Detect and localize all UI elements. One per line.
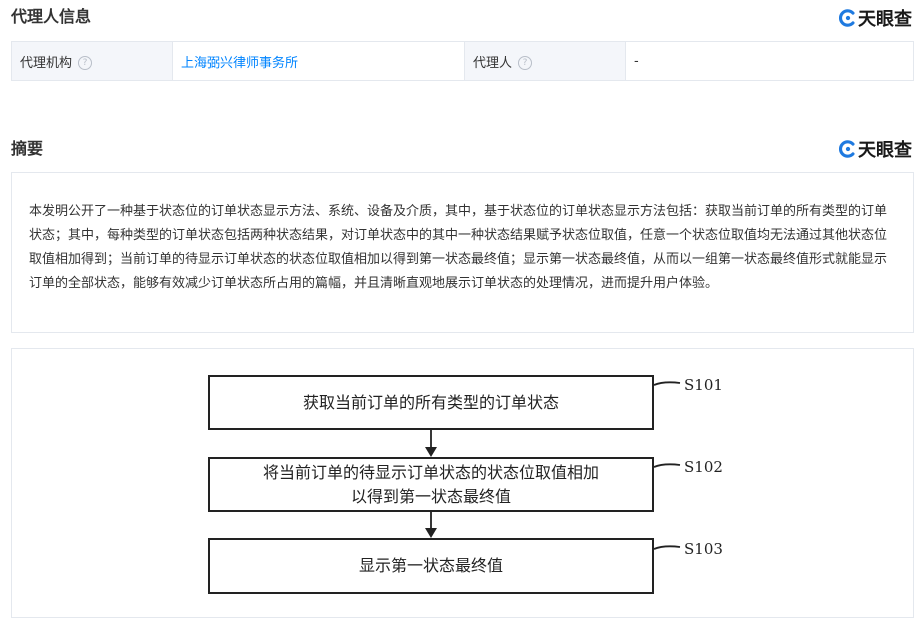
help-icon[interactable]: ?	[518, 56, 533, 70]
agency-label-cell: 代理机构?	[11, 41, 173, 81]
label-leader-s101	[653, 381, 681, 386]
abstract-box: 本发明公开了一种基于状态位的订单状态显示方法、系统、设备及介质，其中，基于状态位…	[11, 172, 914, 333]
tianyancha-logo-icon	[839, 9, 855, 27]
label-leader-s102	[653, 463, 681, 468]
flow-connectors	[425, 381, 681, 550]
help-icon[interactable]: ?	[78, 56, 93, 70]
agency-value-cell: 上海弼兴律师事务所	[172, 41, 465, 81]
agent-section-title: 代理人信息	[11, 7, 92, 26]
abstract-text: 本发明公开了一种基于状态位的订单状态显示方法、系统、设备及介质，其中，基于状态位…	[29, 204, 888, 291]
arrow-head-1	[425, 447, 437, 457]
label-leader-s103	[653, 545, 681, 550]
step-label-s102: S102	[684, 458, 723, 476]
agency-label: 代理机构	[20, 55, 73, 71]
tianyancha-logo-icon	[839, 140, 855, 158]
brand-logo-abstract[interactable]: 天眼查	[839, 139, 912, 161]
agent-label: 代理人	[473, 55, 513, 71]
agent-label-cell: 代理人?	[464, 41, 626, 81]
step-label-s103: S103	[684, 540, 723, 558]
abstract-figure: 获取当前订单的所有类型的订单状态 将当前订单的待显示订单状态的状态位取值相加以得…	[11, 348, 914, 618]
agent-value-cell: -	[625, 41, 914, 81]
arrow-head-2	[425, 528, 437, 538]
agency-link[interactable]: 上海弼兴律师事务所	[181, 56, 298, 71]
agent-value: -	[634, 53, 639, 69]
agent-info-table: 代理机构? 上海弼兴律师事务所 代理人? -	[11, 41, 914, 81]
brand-name: 天眼查	[858, 9, 912, 30]
brand-logo-agent[interactable]: 天眼查	[839, 8, 912, 30]
abstract-section-title: 摘要	[11, 139, 44, 158]
brand-name: 天眼查	[858, 140, 912, 161]
step-label-s101: S101	[684, 376, 723, 394]
